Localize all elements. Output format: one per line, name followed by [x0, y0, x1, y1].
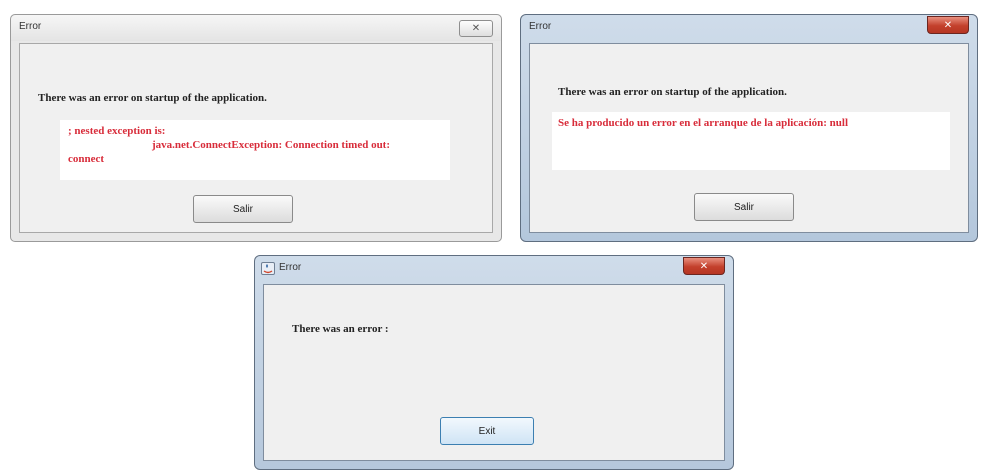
java-app-icon [261, 262, 275, 275]
exit-button[interactable]: Exit [440, 417, 534, 445]
close-icon: ✕ [471, 23, 481, 34]
title-bar[interactable]: Error ✕ [255, 256, 733, 282]
title-bar[interactable]: Error ✕ [11, 15, 501, 41]
title-bar[interactable]: Error ✕ [521, 15, 977, 41]
close-icon: ✕ [699, 260, 709, 272]
close-button[interactable]: ✕ [683, 257, 725, 275]
error-detail-line: connect [68, 153, 105, 165]
error-detail-box: Se ha producido un error en el arranque … [552, 112, 950, 170]
window-title: Error [279, 262, 302, 273]
close-icon: ✕ [943, 19, 953, 31]
error-detail-line: java.net.ConnectException: Connection ti… [152, 139, 391, 151]
error-detail-line: Se ha producido un error en el arranque … [558, 117, 849, 129]
window-title: Error [19, 21, 42, 32]
error-message: There was an error on startup of the app… [38, 92, 267, 104]
error-detail-line: ; nested exception is: [68, 125, 166, 137]
dialog-content: There was an error on startup of the app… [19, 43, 493, 233]
exit-button[interactable]: Salir [694, 193, 794, 221]
close-button[interactable]: ✕ [927, 16, 969, 34]
dialog-content: There was an error : Exit [263, 284, 725, 461]
error-detail-box: ; nested exception is: java.net.ConnectE… [60, 120, 450, 180]
error-dialog-window: Error ✕ There was an error : Exit [254, 255, 734, 470]
error-dialog-window: Error ✕ There was an error on startup of… [520, 14, 978, 242]
exit-button[interactable]: Salir [193, 195, 293, 223]
close-button[interactable]: ✕ [459, 20, 493, 37]
error-message: There was an error : [292, 323, 389, 335]
error-message: There was an error on startup of the app… [558, 86, 787, 98]
window-title: Error [529, 21, 552, 32]
dialog-content: There was an error on startup of the app… [529, 43, 969, 233]
error-dialog-window: Error ✕ There was an error on startup of… [10, 14, 502, 242]
